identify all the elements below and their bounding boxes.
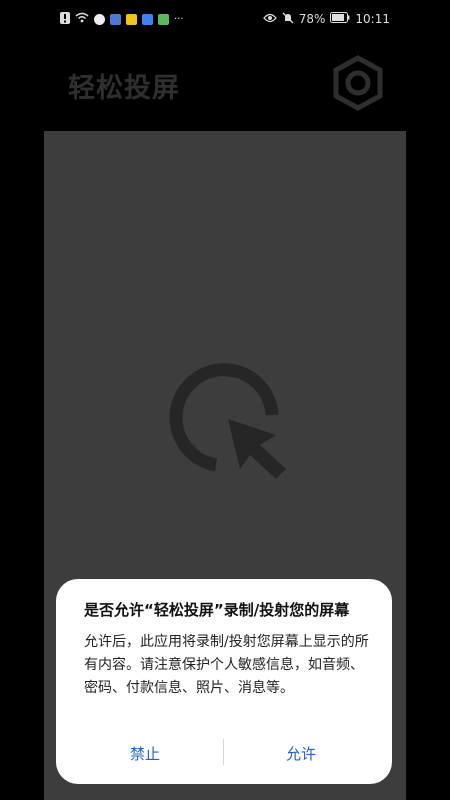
dialog-button-row: 禁止 允许 [56, 735, 392, 771]
deny-button[interactable]: 禁止 [70, 735, 220, 771]
screen-capture-permission-dialog: 是否允许“轻松投屏”录制/投射您的屏幕 允许后，此应用将录制/投射您屏幕上显示的… [56, 579, 392, 784]
dialog-message: 允许后，此应用将录制/投射您屏幕上显示的所有内容。请注意保护个人敏感信息，如音频… [84, 634, 369, 696]
dialog-title: 是否允许“轻松投屏”录制/投射您的屏幕 [84, 601, 350, 619]
allow-button[interactable]: 允许 [226, 735, 376, 771]
button-divider [223, 739, 224, 765]
